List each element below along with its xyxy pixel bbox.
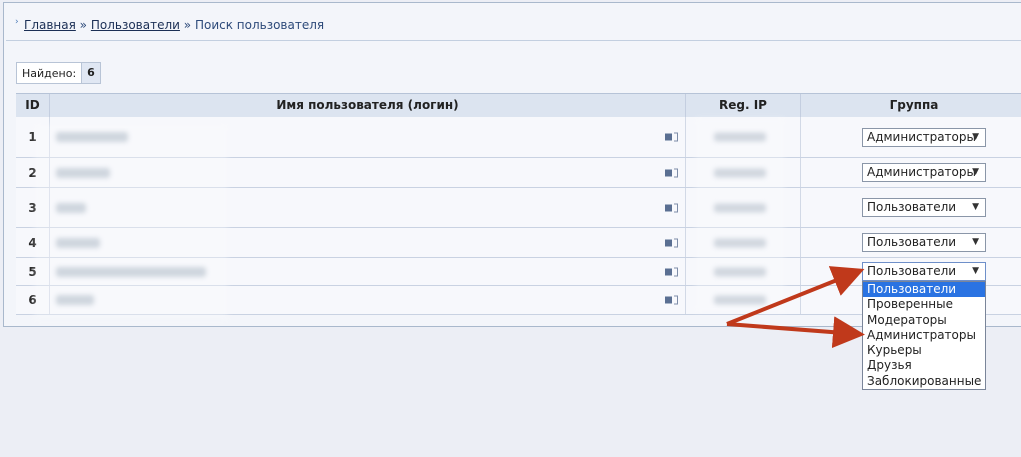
annotation-arrow xyxy=(726,316,865,349)
annotation-arrows xyxy=(726,266,865,349)
annotation-arrow xyxy=(726,266,865,326)
